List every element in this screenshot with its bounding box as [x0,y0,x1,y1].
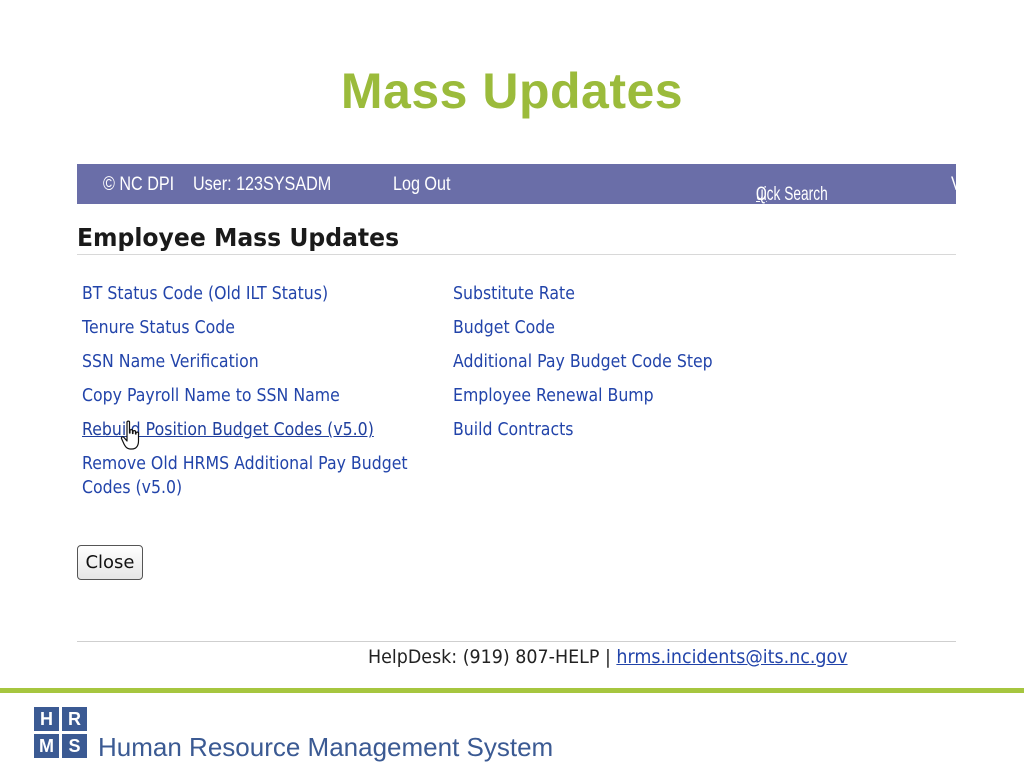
copyright-text: © NC DPI [103,174,175,195]
helpdesk-email-link[interactable]: hrms.incidents@its.nc.gov [616,646,847,668]
link-employee-renewal-bump[interactable]: Employee Renewal Bump [453,384,813,408]
hand-pointer-icon [120,420,140,450]
footer-separator: | [604,646,611,668]
footer-divider [77,641,956,642]
accent-divider [0,688,1024,693]
hrms-logo: H R M S [34,707,88,759]
link-remove-old-hrms-budget-codes[interactable]: Remove Old HRMS Additional Pay Budget Co… [82,452,433,500]
app-screenshot: © NC DPI User: 123SYSADM Log Out Quick S… [77,164,956,682]
user-label: User: 123SYSADM [193,174,332,195]
link-bt-status-code[interactable]: BT Status Code (Old ILT Status) [82,282,406,306]
link-budget-code[interactable]: Budget Code [453,316,813,340]
right-link-column: Substitute Rate Budget Code Additional P… [453,282,853,452]
logo-letter: R [62,707,87,731]
link-ssn-name-verification[interactable]: SSN Name Verification [82,350,406,374]
link-copy-payroll-name[interactable]: Copy Payroll Name to SSN Name [82,384,406,408]
heading-divider [77,254,956,255]
logo-letter: H [34,707,59,731]
logo-letter: S [62,734,87,758]
link-tenure-status-code[interactable]: Tenure Status Code [82,316,406,340]
topbar-cut-off-item: V [951,174,956,196]
link-substitute-rate[interactable]: Substitute Rate [453,282,813,306]
left-link-column: BT Status Code (Old ILT Status) Tenure S… [82,282,442,510]
brand-name: Human Resource Management System [98,732,554,762]
link-build-contracts[interactable]: Build Contracts [453,418,813,442]
link-additional-pay-budget-code-step[interactable]: Additional Pay Budget Code Step [453,350,813,374]
helpdesk-phone: HelpDesk: (919) 807-HELP [368,646,600,668]
close-button[interactable]: Close [77,545,143,580]
quick-search-label: uick Search [756,184,828,205]
logout-link[interactable]: Log Out [393,174,450,196]
slide-title: Mass Updates [340,63,684,119]
top-nav-bar: © NC DPI User: 123SYSADM Log Out Quick S… [77,164,956,205]
logo-letter: M [34,734,59,758]
page-title: Employee Mass Updates [77,223,400,252]
helpdesk-footer: HelpDesk: (919) 807-HELP | hrms.incidents@… [368,646,848,668]
